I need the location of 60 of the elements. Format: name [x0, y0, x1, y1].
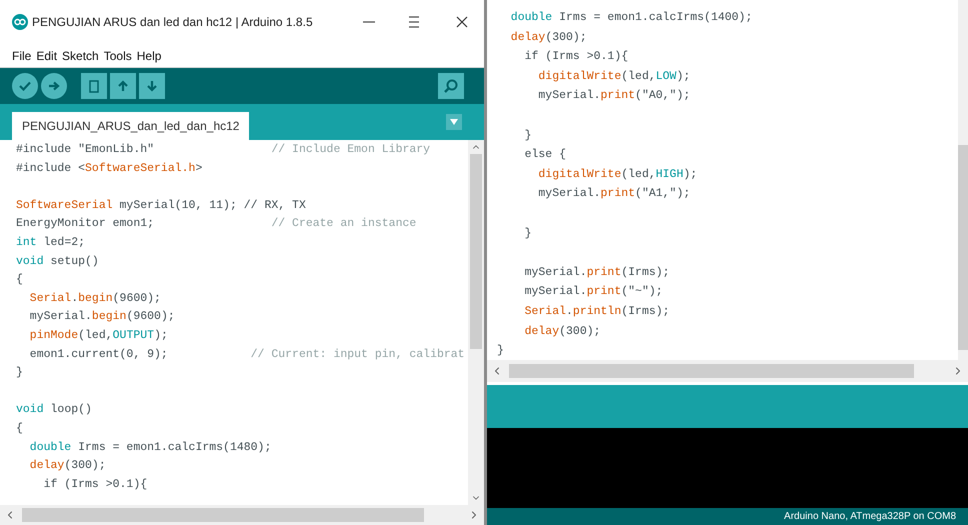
vertical-scrollbar[interactable]: [958, 0, 968, 360]
code-line: pinMode(led,OUTPUT);: [28, 328, 168, 344]
save-button[interactable]: [139, 73, 165, 99]
infinity-logo-icon: [12, 14, 28, 30]
document-icon: [89, 80, 99, 92]
code-line: delay(300);: [28, 458, 106, 474]
horizontal-scrollbar[interactable]: [487, 360, 968, 382]
horizontal-scrollbar[interactable]: [0, 505, 484, 525]
code-line: void setup(): [16, 254, 99, 270]
menu-item[interactable]: File: [12, 46, 32, 64]
code-line: Serial.begin(9600);: [28, 290, 161, 307]
code-line: EnergyMonitor emon1; // Create an instance: [16, 216, 416, 232]
magnifier-icon: [443, 78, 459, 94]
file-tab[interactable]: PENGUJIAN_ARUS_dan_led_dan_hc12: [12, 112, 250, 140]
code-line: digitalWrite(led,HIGH);: [537, 166, 698, 183]
code-line: double Irms = emon1.calcIrms(1480);: [28, 440, 272, 456]
status-bar-text: Arduino Nano, ATmega328P on COM8: [784, 510, 956, 524]
code-line: mySerial.print("A0,");: [537, 88, 690, 104]
code-line: emon1.current(0, 9); // Current: input pin, calibrat: [28, 346, 465, 363]
menu-item[interactable]: Edit: [36, 46, 58, 64]
code-line: }: [497, 343, 504, 360]
arrow-right-icon: [48, 81, 60, 91]
check-icon: [19, 81, 31, 91]
code-line: {: [16, 420, 23, 437]
upload-button[interactable]: [41, 73, 67, 99]
code-line: else {: [524, 147, 566, 164]
window-title: PENGUJIAN ARUS dan led dan hc12 | Arduino 1.8.5: [32, 14, 313, 31]
code-line: mySerial.begin(9600);: [28, 309, 175, 326]
code-line: }: [16, 365, 23, 382]
code-line: }: [524, 226, 532, 242]
code-line: mySerial.print(Irms);: [524, 264, 670, 281]
vertical-scrollbar[interactable]: [468, 140, 484, 505]
code-line: #include <SoftwareSerial.h>: [16, 160, 202, 177]
open-button[interactable]: [110, 73, 136, 99]
arrow-up-icon: [117, 80, 129, 92]
code-line: void loop(): [16, 402, 92, 418]
code-line: if (Irms >0.1){: [42, 476, 148, 493]
code-line: }: [524, 128, 532, 144]
code-line: {: [16, 272, 23, 288]
new-button[interactable]: [81, 73, 107, 99]
verify-button[interactable]: [12, 73, 38, 99]
code-line: mySerial.print("~");: [524, 284, 663, 300]
triangle-down-icon: [450, 119, 458, 125]
code-line: double Irms = emon1.calcIrms(1400);: [510, 10, 752, 26]
menu-item[interactable]: Sketch: [62, 46, 99, 64]
code-line: delay(300);: [510, 30, 587, 46]
menu-item[interactable]: Tools: [104, 46, 132, 64]
tab-menu-button[interactable]: [446, 114, 462, 130]
code-line: delay(300);: [524, 324, 601, 340]
code-line: int led=2;: [16, 234, 86, 251]
code-line: digitalWrite(led,LOW);: [537, 68, 690, 85]
code-line: #include "EmonLib.h" // Include Emon Library: [16, 142, 430, 158]
close-icon[interactable]: [456, 16, 468, 28]
code-line: Serial.println(Irms);: [524, 304, 670, 320]
code-line: mySerial.print("A1,");: [537, 186, 690, 202]
code-line: SoftwareSerial mySerial(10, 11); // RX, TX: [16, 198, 306, 214]
menu-item[interactable]: Help: [136, 46, 162, 64]
arrow-down-icon: [146, 80, 158, 92]
code-line: if (Irms >0.1){: [524, 49, 628, 66]
serial-monitor-button[interactable]: [438, 73, 464, 99]
